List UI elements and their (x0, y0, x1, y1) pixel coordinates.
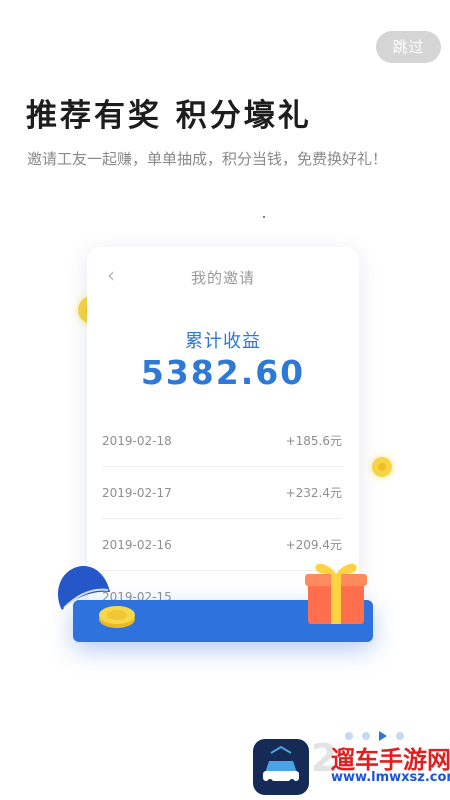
watermark-url: www.lmwxsz.com (331, 770, 450, 785)
gift-box-icon (305, 563, 367, 624)
record-date: 2019-02-18 (102, 433, 172, 448)
record-date: 2019-02-16 (102, 537, 172, 552)
page-title: 推荐有奖 积分壕礼 (26, 98, 312, 134)
skip-button[interactable]: 跳过 (376, 31, 441, 63)
earnings-label: 累计收益 (185, 331, 261, 352)
car-logo-icon (253, 739, 309, 795)
coin-icon (372, 457, 392, 477)
record-amount: +185.6元 (285, 434, 342, 448)
page-subtitle: 邀请工友一起赚，单单抽成，积分当钱，免费换好礼！ (27, 150, 388, 168)
list-item: 2019-02-17 +232.4元 (102, 467, 342, 519)
coin-stack-icon (99, 606, 135, 628)
record-amount: +209.4元 (285, 538, 342, 552)
earnings-total: 5382.60 (140, 353, 306, 392)
card-title: 我的邀请 (190, 269, 255, 287)
watermark: 2 遛车手游网 www.lmwxsz.com (253, 736, 450, 796)
record-date: 2019-02-17 (102, 485, 172, 500)
decorative-dot (263, 216, 265, 218)
record-amount: +232.4元 (285, 486, 342, 500)
list-item: 2019-02-18 +185.6元 (102, 415, 342, 467)
